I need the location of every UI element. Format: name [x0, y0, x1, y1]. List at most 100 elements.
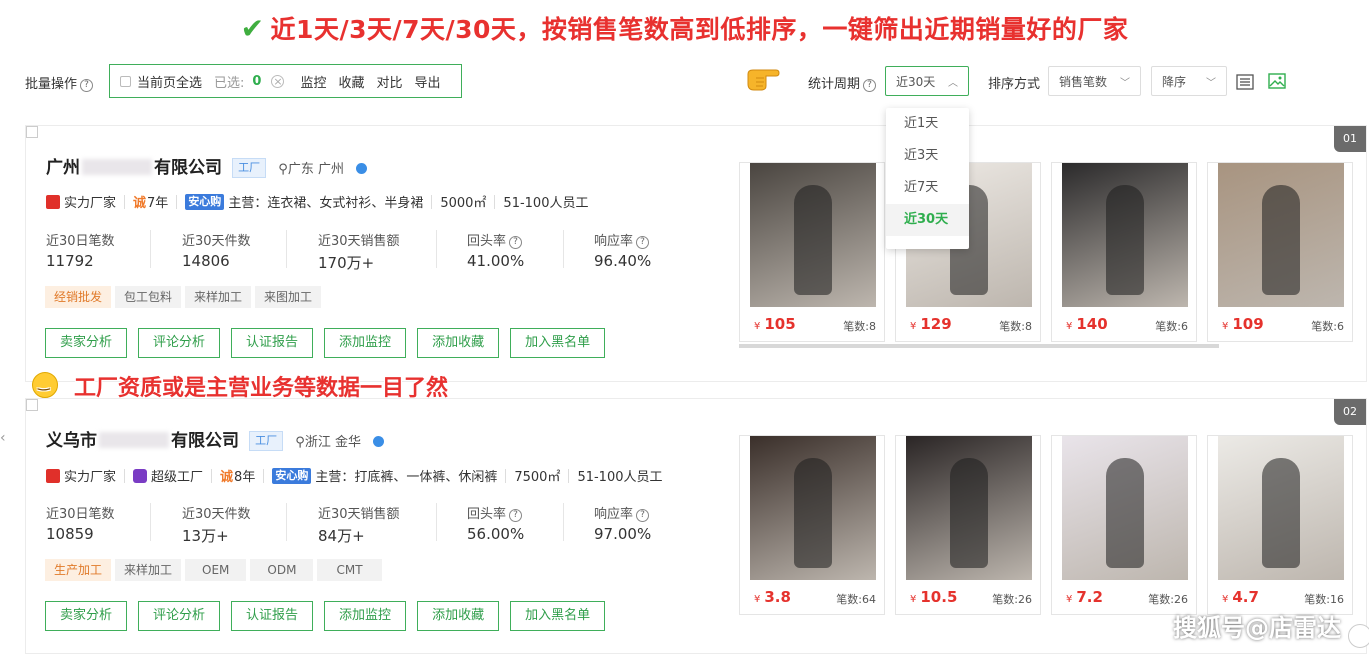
cert-report-button[interactable]: 认证报告 [231, 328, 314, 358]
product-price: ¥109 [1222, 315, 1264, 333]
product-price: ¥105 [754, 315, 796, 333]
add-monitor-button[interactable]: 添加监控 [324, 601, 407, 631]
product-card[interactable]: ¥10.5 笔数:26 [895, 435, 1041, 615]
products-scrollbar[interactable] [739, 344, 1219, 348]
product-price: ¥140 [1066, 315, 1108, 333]
chevron-left-icon[interactable]: ‹ [0, 430, 6, 446]
company-name[interactable]: 义乌市 有限公司 [46, 431, 239, 451]
stat-sales: 近30天销售额 84万+ [318, 507, 400, 545]
stat-response-rate: 响应率? 96.40% [594, 234, 652, 270]
cert-report-button[interactable]: 认证报告 [231, 601, 314, 631]
product-price: ¥3.8 [754, 588, 791, 606]
product-card[interactable]: ¥109 笔数:6 [1207, 162, 1353, 342]
product-image[interactable] [750, 436, 876, 580]
pointing-hand-icon [747, 69, 780, 91]
product-image[interactable] [750, 163, 876, 307]
scroll-right-button[interactable] [1348, 624, 1369, 648]
product-order-count: 笔数:26 [1148, 593, 1188, 606]
product-price: ¥7.2 [1066, 588, 1103, 606]
card-actions: 卖家分析 评论分析 认证报告 添加监控 添加收藏 加入黑名单 [45, 328, 606, 358]
product-card[interactable]: ¥140 笔数:6 [1051, 162, 1197, 342]
product-card[interactable]: ¥3.8 笔数:64 [739, 435, 885, 615]
product-image[interactable] [1218, 163, 1344, 307]
stat-orders: 近30日笔数 10859 [46, 507, 115, 543]
service-tag: 经销批发 [45, 286, 112, 308]
service-tag: CMT [317, 559, 382, 581]
rank-badge: 01 [1334, 126, 1366, 152]
product-image[interactable] [1062, 436, 1188, 580]
sort-select[interactable]: 销售笔数 ﹀ [1048, 66, 1141, 96]
help-icon[interactable]: ? [509, 509, 523, 522]
action-compare[interactable]: 对比 [376, 72, 402, 91]
stat-return-rate: 回头率? 56.00% [467, 507, 525, 543]
review-analysis-button[interactable]: 评论分析 [138, 328, 221, 358]
help-icon[interactable]: ? [80, 79, 94, 92]
strength-badge-icon [46, 468, 60, 483]
select-all-checkbox[interactable] [120, 75, 131, 87]
stat-orders: 近30日笔数 11792 [46, 234, 115, 270]
help-icon[interactable]: ? [509, 236, 523, 249]
company-name[interactable]: 广州 有限公司 [46, 158, 222, 178]
card-actions: 卖家分析 评论分析 认证报告 添加监控 添加收藏 加入黑名单 [45, 601, 606, 631]
service-tags: 经销批发 包工包料 来样加工 来图加工 [45, 286, 322, 308]
product-image[interactable] [1062, 163, 1188, 307]
seller-analysis-button[interactable]: 卖家分析 [45, 601, 128, 631]
list-view-icon[interactable] [1236, 74, 1254, 90]
chevron-up-icon: ︿ [948, 77, 958, 89]
period-label: 统计周期? [808, 73, 877, 92]
product-card[interactable]: ¥4.7 笔数:16 [1207, 435, 1353, 615]
help-icon[interactable]: ? [636, 509, 650, 522]
action-monitor[interactable]: 监控 [300, 72, 326, 91]
selected-count: 0 [252, 73, 262, 89]
product-order-count: 笔数:8 [999, 320, 1032, 333]
factory-tag: 工厂 [232, 158, 267, 178]
seller-analysis-button[interactable]: 卖家分析 [45, 328, 128, 358]
promo-banner: ✔ 近1天/3天/7天/30天，按销售笔数高到低排序，一键筛出近期销量好的厂家 [0, 10, 1369, 46]
add-monitor-button[interactable]: 添加监控 [324, 328, 407, 358]
help-icon[interactable]: ? [863, 79, 877, 92]
period-select[interactable]: 近30天 ︿ [885, 66, 969, 96]
help-icon[interactable]: ? [636, 236, 650, 249]
product-figure [1262, 458, 1300, 568]
years: 7年 [147, 196, 169, 211]
action-favorite[interactable]: 收藏 [338, 72, 364, 91]
product-price: ¥129 [910, 315, 952, 333]
blacklist-button[interactable]: 加入黑名单 [510, 601, 606, 631]
period-option-3d[interactable]: 近3天 [886, 140, 969, 172]
review-analysis-button[interactable]: 评论分析 [138, 601, 221, 631]
product-card[interactable]: ¥7.2 笔数:26 [1051, 435, 1197, 615]
product-card[interactable]: ¥105 笔数:8 [739, 162, 885, 342]
stat-response-rate: 响应率? 97.00% [594, 507, 652, 543]
product-order-count: 笔数:16 [1304, 593, 1344, 606]
image-view-icon[interactable] [1268, 73, 1286, 89]
action-export[interactable]: 导出 [415, 72, 441, 91]
add-favorite-button[interactable]: 添加收藏 [417, 328, 500, 358]
add-favorite-button[interactable]: 添加收藏 [417, 601, 500, 631]
redacted-name [99, 432, 169, 448]
product-image[interactable] [1218, 436, 1344, 580]
anxingou-badge: 安心购 [185, 193, 225, 210]
staff: 51-100人员工 [577, 470, 663, 485]
period-option-7d[interactable]: 近7天 [886, 172, 969, 204]
badge-super: 超级工厂 [151, 470, 204, 485]
select-all-label[interactable]: 当前页全选 [137, 72, 202, 91]
product-image[interactable] [906, 436, 1032, 580]
location-pin-icon: ⚲ [295, 435, 305, 450]
card-checkbox[interactable] [26, 399, 38, 411]
order-select[interactable]: 降序 ﹀ [1151, 66, 1227, 96]
product-figure [794, 185, 832, 295]
period-option-30d[interactable]: 近30天 [886, 204, 969, 236]
service-tag: 来样加工 [185, 286, 252, 308]
clear-selection-icon[interactable]: × [271, 74, 285, 88]
period-option-1d[interactable]: 近1天 [886, 108, 969, 140]
area: 7500㎡ [514, 470, 561, 485]
factory-tag: 工厂 [249, 431, 284, 451]
company-header: 义乌市 有限公司 工厂 ⚲浙江 金华 [46, 426, 385, 451]
service-tags: 生产加工 来样加工 OEM ODM CMT [45, 559, 382, 581]
blacklist-button[interactable]: 加入黑名单 [510, 328, 606, 358]
qualification-row: 实力厂家 诚 7年 安心购 主营：连衣裙、女式衬衫、半身裙 5000㎡ 51-1… [46, 192, 588, 211]
selected-label: 已选: [214, 75, 245, 91]
card-checkbox[interactable] [26, 126, 38, 138]
product-price: ¥10.5 [910, 588, 958, 606]
product-figure [1262, 185, 1300, 295]
